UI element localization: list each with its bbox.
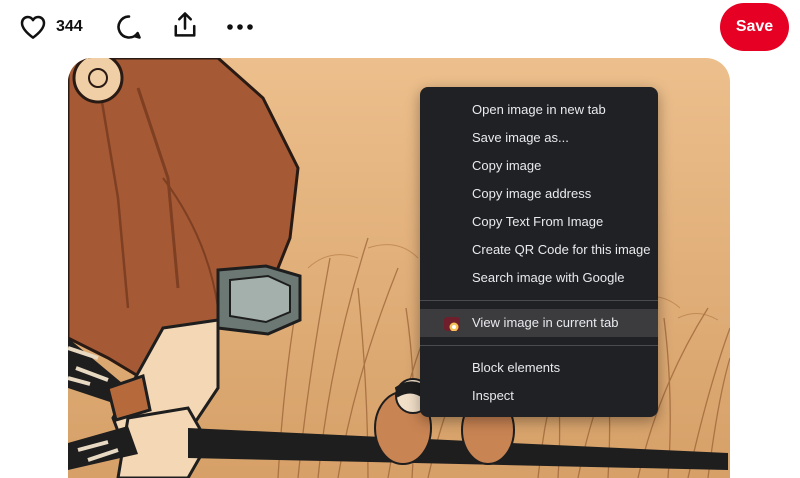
like-button[interactable]: 344 [18,10,83,44]
save-button[interactable]: Save [720,3,789,51]
comment-button[interactable] [112,10,146,44]
more-options-button[interactable] [222,10,258,44]
menu-item-open-image-new-tab[interactable]: Open image in new tab [420,96,658,124]
menu-item-copy-image-address[interactable]: Copy image address [420,180,658,208]
menu-item-block-elements[interactable]: Block elements [420,354,658,382]
menu-separator [420,300,658,301]
menu-item-save-image-as[interactable]: Save image as... [420,124,658,152]
menu-item-inspect[interactable]: Inspect [420,382,658,410]
share-button[interactable] [168,8,202,42]
share-icon [174,12,196,37]
menu-item-copy-text-from-image[interactable]: Copy Text From Image [420,208,658,236]
menu-item-view-image-current-tab[interactable]: View image in current tab [420,309,658,337]
menu-item-label: View image in current tab [472,315,619,330]
more-icon [227,24,253,30]
heart-icon [20,15,46,39]
like-count: 344 [56,18,83,35]
menu-item-search-image-google[interactable]: Search image with Google [420,264,658,292]
menu-item-copy-image[interactable]: Copy image [420,152,658,180]
context-menu: Open image in new tab Save image as... C… [420,87,658,417]
comment-icon [117,15,141,39]
menu-item-create-qr-code[interactable]: Create QR Code for this image [420,236,658,264]
menu-separator [420,345,658,346]
extension-icon [444,315,460,331]
pin-toolbar: 344 Save [0,0,800,56]
